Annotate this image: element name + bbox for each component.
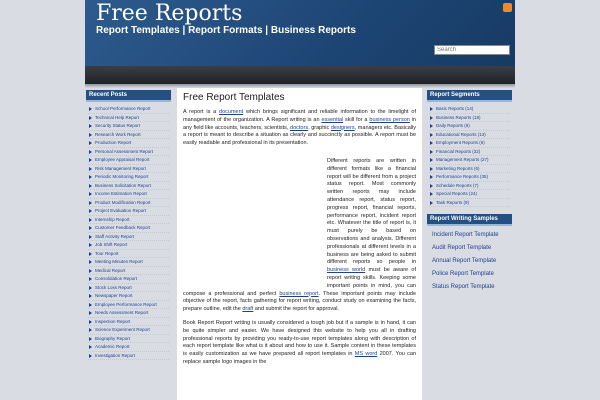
recent-post-link[interactable]: Security Status Report [88,122,169,131]
report-sample-link[interactable]: Audit Report Template [429,242,510,255]
site-tagline: Report Templates | Report Formats | Busi… [96,25,356,36]
nav-bar [85,66,515,84]
recent-post-link[interactable]: Technical Help Report [88,114,169,122]
report-sample-link[interactable]: Police Report Template [429,268,510,281]
recent-post-link[interactable]: Income Estimation Report [88,190,169,199]
report-segment-link[interactable]: Management Reports (27) [429,156,510,165]
report-sample-link[interactable]: Status Report Template [429,281,510,294]
intro-paragraph: A report is a document which brings sign… [183,109,416,147]
recent-posts-list: School Performance Report Technical Help … [86,102,171,363]
recent-post-link[interactable]: Risk Management Report [88,165,169,173]
report-segments-list: Basic Reports (14) Business Reports (18) D… [427,102,512,210]
report-segment-link[interactable]: Special Reports (24) [429,190,510,199]
link-business-world[interactable]: business world [327,267,365,273]
link-document[interactable]: document [219,109,243,115]
link-business-report[interactable]: business report [279,291,318,297]
recent-post-link[interactable]: Internship Report [88,216,169,224]
report-segment-link[interactable]: Performance Reports (35) [429,173,510,182]
report-segment-link[interactable]: Marketing Reports (6) [429,165,510,173]
link-essential[interactable]: essential [321,117,343,123]
recent-post-link[interactable]: Business Solicitation Report [88,182,169,190]
report-samples-list: Incident Report Template Audit Report Tem… [427,226,512,297]
article-image [183,157,327,290]
link-designers[interactable]: designers [331,125,355,131]
report-segment-link[interactable]: Employment Reports (6) [429,139,510,148]
report-segment-link[interactable]: Daily Reports (9) [429,122,510,131]
report-segments-heading: Report Segments [427,90,512,102]
report-sample-link[interactable]: Incident Report Template [429,229,510,242]
report-segment-link[interactable]: Task Reports (9) [429,199,510,207]
recent-post-link[interactable]: Production Report [88,139,169,148]
recent-posts-heading: Recent Posts [86,90,171,102]
recent-post-link[interactable]: School Performance Report [88,105,169,114]
search-input[interactable] [434,45,510,55]
link-doctors[interactable]: doctors [290,125,308,131]
recent-post-link[interactable]: Job Shift Report [88,241,169,250]
recent-post-link[interactable]: Medical Report [88,267,169,275]
recent-post-link[interactable]: Academic Report [88,343,169,352]
site-header: Free Reports Report Templates | Report F… [85,0,515,66]
book-report-paragraph: Book Report Report writing is usually co… [183,319,417,365]
right-sidebar: Report Segments Basic Reports (14) Busine… [427,90,512,297]
recent-post-link[interactable]: Needs Assessment Report [88,309,169,318]
link-draft[interactable]: draft [242,306,253,312]
recent-post-link[interactable]: Biography Report [88,335,169,343]
site-title[interactable]: Free Reports [96,1,242,26]
link-ms-word[interactable]: MS word [355,351,377,357]
report-segment-link[interactable]: Business Reports (18) [429,114,510,122]
recent-post-link[interactable]: Staff Activity Report [88,233,169,241]
recent-post-link[interactable]: Product Modification Report [88,199,169,207]
recent-post-link[interactable]: Science Experiment Report [88,326,169,335]
recent-post-link[interactable]: Meeting Minutes Report [88,258,169,267]
report-segment-link[interactable]: Financial Reports (32) [429,148,510,156]
report-samples-heading: Report Writing Samples [427,214,512,226]
rss-icon[interactable] [503,3,512,12]
report-sample-link[interactable]: Annual Report Template [429,255,510,268]
recent-post-link[interactable]: Newspaper Report [88,292,169,301]
recent-post-link[interactable]: Stock Loss Report [88,284,169,292]
recent-post-link[interactable]: Periodic Monitoring Report [88,173,169,182]
recent-post-link[interactable]: Personal Assessment Report [88,148,169,156]
recent-post-link[interactable]: Employee Performance Report [88,301,169,309]
recent-post-link[interactable]: Customer Feedback Report [88,224,169,233]
recent-post-link[interactable]: Consolidation Report [88,275,169,284]
main-content: Free Report Templates A report is a docu… [177,88,422,400]
report-segment-link[interactable]: Basic Reports (14) [429,105,510,114]
left-sidebar: Recent Posts School Performance Report Te… [86,90,171,363]
recent-post-link[interactable]: Project Evaluation Report [88,207,169,216]
report-segment-link[interactable]: Schedule Reports (7) [429,182,510,190]
report-segment-link[interactable]: Educational Reports (13) [429,131,510,139]
link-business-person[interactable]: business person [369,117,409,123]
page-title: Free Report Templates [183,92,285,103]
recent-post-link[interactable]: Investigation Report [88,352,169,360]
recent-post-link[interactable]: Research Work Report [88,131,169,139]
recent-post-link[interactable]: Inspection Report [88,318,169,326]
recent-post-link[interactable]: Tour Report [88,250,169,258]
recent-post-link[interactable]: Employee Appraisal Report [88,156,169,165]
